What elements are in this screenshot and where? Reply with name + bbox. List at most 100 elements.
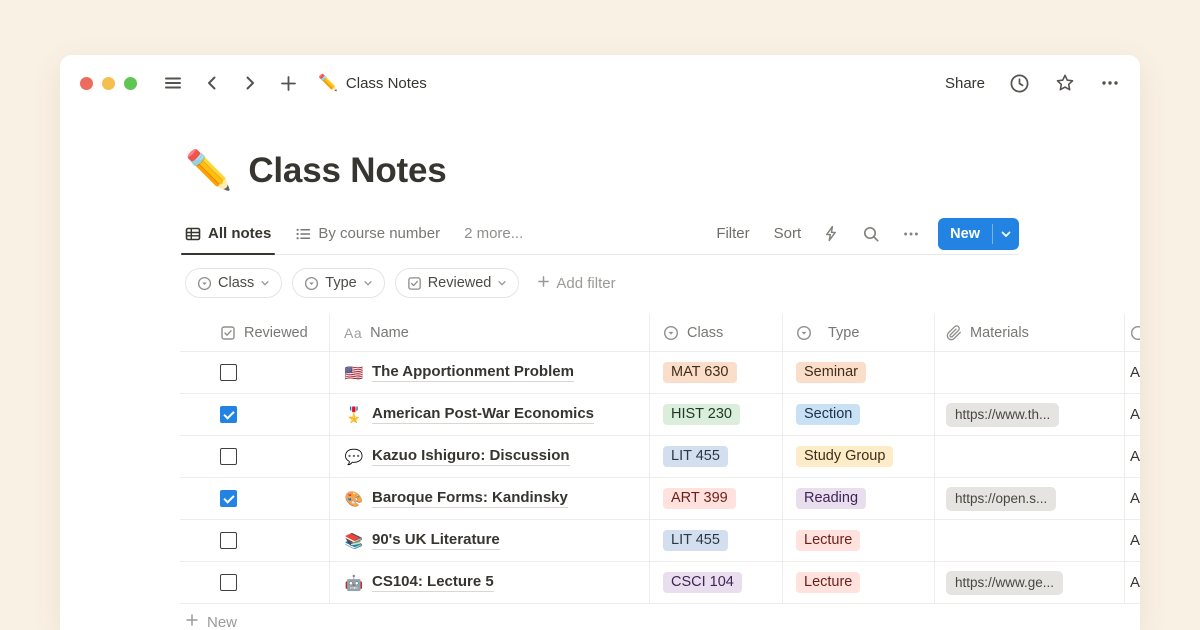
chip-label: Class bbox=[218, 275, 254, 291]
filter-chip-reviewed[interactable]: Reviewed bbox=[395, 268, 520, 298]
column-label: Reviewed bbox=[244, 325, 308, 341]
text-property-icon: Aa bbox=[344, 325, 362, 341]
maximize-window-button[interactable] bbox=[124, 77, 137, 90]
column-header-class[interactable]: Class bbox=[650, 314, 783, 351]
column-label: Class bbox=[687, 325, 723, 341]
table-row[interactable]: 🇺🇸 The Apportionment Problem MAT 630 Semi… bbox=[180, 352, 1140, 394]
column-header-name[interactable]: Aa Name bbox=[330, 314, 650, 351]
add-filter-button[interactable]: Add filter bbox=[537, 275, 615, 292]
table-row[interactable]: 📚90's UK Literature LIT 455 Lecture A bbox=[180, 520, 1140, 562]
share-button[interactable]: Share bbox=[945, 75, 985, 92]
add-row-label: New bbox=[207, 614, 237, 630]
type-tag[interactable]: Study Group bbox=[796, 446, 893, 467]
clipped-cell-text: A bbox=[1130, 574, 1140, 591]
window-toolbar: ✏️ Class Notes Share bbox=[60, 55, 1140, 111]
more-views-label: 2 more... bbox=[464, 225, 523, 242]
row-page-link[interactable]: American Post-War Economics bbox=[372, 405, 594, 424]
table-row[interactable]: 🎨Baroque Forms: Kandinsky ART 399 Readin… bbox=[180, 478, 1140, 520]
row-checkbox[interactable] bbox=[220, 406, 237, 423]
doc-icon: ✏️ bbox=[318, 73, 338, 93]
tab-by-course-number[interactable]: By course number bbox=[295, 213, 440, 254]
row-page-link[interactable]: The Apportionment Problem bbox=[372, 363, 574, 382]
table-row[interactable]: 💬Kazuo Ishiguro: Discussion LIT 455 Stud… bbox=[180, 436, 1140, 478]
page-icon[interactable]: ✏️ bbox=[185, 152, 232, 190]
column-header-reviewed[interactable]: Reviewed bbox=[180, 314, 330, 351]
row-page-link[interactable]: 90's UK Literature bbox=[372, 531, 500, 550]
table-row[interactable]: 🎖️American Post-War Economics HIST 230 S… bbox=[180, 394, 1140, 436]
type-tag[interactable]: Lecture bbox=[796, 530, 860, 551]
search-icon[interactable] bbox=[862, 225, 880, 243]
tab-label: All notes bbox=[208, 225, 271, 242]
chip-label: Type bbox=[325, 275, 356, 291]
materials-link[interactable]: https://www.th... bbox=[946, 403, 1059, 427]
page-title-text[interactable]: Class Notes bbox=[248, 151, 446, 191]
app-window: ✏️ Class Notes Share ✏️ Class Notes A bbox=[60, 55, 1140, 630]
class-tag[interactable]: HIST 230 bbox=[663, 404, 740, 425]
row-checkbox[interactable] bbox=[220, 364, 237, 381]
class-tag[interactable]: CSCI 104 bbox=[663, 572, 742, 593]
select-property-icon bbox=[663, 325, 679, 341]
list-view-icon bbox=[295, 226, 311, 242]
row-page-link[interactable]: Baroque Forms: Kandinsky bbox=[372, 489, 568, 508]
new-dropdown-icon[interactable] bbox=[993, 218, 1019, 250]
automation-bolt-icon[interactable] bbox=[823, 225, 840, 242]
clipped-cell-text: A bbox=[1130, 490, 1140, 507]
chevron-down-icon bbox=[260, 278, 270, 288]
plus-icon bbox=[185, 613, 199, 630]
select-property-icon bbox=[304, 276, 319, 291]
materials-link[interactable]: https://open.s... bbox=[946, 487, 1056, 511]
column-header-type[interactable]: Type bbox=[783, 314, 935, 351]
chevron-down-icon bbox=[497, 278, 507, 288]
checkbox-property-icon bbox=[407, 276, 422, 291]
column-header-materials[interactable]: Materials bbox=[935, 314, 1125, 351]
type-tag[interactable]: Section bbox=[796, 404, 860, 425]
new-button[interactable]: New bbox=[938, 218, 992, 250]
column-header-partial[interactable] bbox=[1125, 314, 1140, 351]
plus-icon bbox=[537, 275, 550, 292]
menu-icon[interactable] bbox=[163, 73, 183, 93]
column-label: Name bbox=[370, 325, 409, 341]
star-icon[interactable] bbox=[1054, 72, 1076, 94]
filter-chip-class[interactable]: Class bbox=[185, 268, 282, 298]
type-tag[interactable]: Reading bbox=[796, 488, 866, 509]
select-property-icon bbox=[796, 325, 812, 341]
breadcrumb[interactable]: ✏️ Class Notes bbox=[318, 73, 427, 93]
row-checkbox[interactable] bbox=[220, 490, 237, 507]
row-page-link[interactable]: CS104: Lecture 5 bbox=[372, 573, 494, 592]
type-tag[interactable]: Seminar bbox=[796, 362, 866, 383]
class-tag[interactable]: ART 399 bbox=[663, 488, 736, 509]
row-checkbox[interactable] bbox=[220, 574, 237, 591]
row-checkbox[interactable] bbox=[220, 448, 237, 465]
filter-chip-type[interactable]: Type bbox=[292, 268, 384, 298]
minimize-window-button[interactable] bbox=[102, 77, 115, 90]
sort-button[interactable]: Sort bbox=[774, 225, 802, 242]
page-title: ✏️ Class Notes bbox=[185, 151, 1140, 191]
class-tag[interactable]: MAT 630 bbox=[663, 362, 737, 383]
view-options-icon[interactable] bbox=[902, 225, 920, 243]
add-row-button[interactable]: New bbox=[185, 613, 1140, 630]
filter-button[interactable]: Filter bbox=[716, 225, 749, 242]
row-page-icon: 🇺🇸 bbox=[344, 364, 364, 382]
clock-icon[interactable] bbox=[1009, 73, 1030, 94]
class-tag[interactable]: LIT 455 bbox=[663, 530, 728, 551]
back-icon[interactable] bbox=[203, 74, 221, 92]
column-label: Materials bbox=[970, 325, 1029, 341]
more-options-icon[interactable] bbox=[1100, 73, 1120, 93]
row-page-link[interactable]: Kazuo Ishiguro: Discussion bbox=[372, 447, 570, 466]
forward-icon[interactable] bbox=[241, 74, 259, 92]
class-tag[interactable]: LIT 455 bbox=[663, 446, 728, 467]
more-views-button[interactable]: 2 more... bbox=[464, 213, 523, 254]
table-view-icon bbox=[185, 226, 201, 242]
materials-link[interactable]: https://www.ge... bbox=[946, 571, 1063, 595]
clipped-cell-text: A bbox=[1130, 406, 1140, 423]
chevron-down-icon bbox=[363, 278, 373, 288]
row-page-icon: 📚 bbox=[344, 532, 364, 550]
table-row[interactable]: 🤖CS104: Lecture 5 CSCI 104 Lecture https… bbox=[180, 562, 1140, 604]
tab-all-notes[interactable]: All notes bbox=[185, 213, 271, 254]
close-window-button[interactable] bbox=[80, 77, 93, 90]
new-page-icon[interactable] bbox=[279, 74, 298, 93]
add-filter-label: Add filter bbox=[556, 275, 615, 292]
row-checkbox[interactable] bbox=[220, 532, 237, 549]
type-tag[interactable]: Lecture bbox=[796, 572, 860, 593]
tab-label: By course number bbox=[318, 225, 440, 242]
